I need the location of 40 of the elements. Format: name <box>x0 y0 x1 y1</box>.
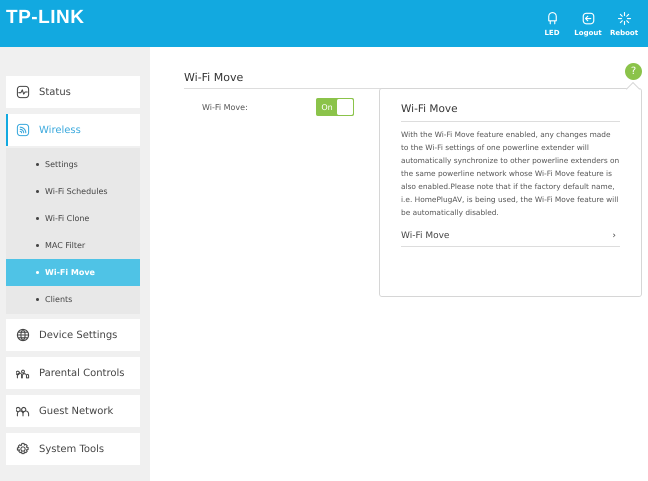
sidebar-item-label: Wireless <box>39 124 81 136</box>
sidebar-item-label: Status <box>39 86 71 98</box>
sidebar-item-label: Device Settings <box>39 330 118 340</box>
bullet-icon <box>36 271 39 274</box>
submenu-item-label: Settings <box>45 160 78 169</box>
bullet-icon <box>36 217 39 220</box>
toggle-knob <box>337 99 353 115</box>
submenu-item[interactable]: Settings <box>6 151 140 178</box>
submenu-item[interactable]: Wi-Fi Schedules <box>6 178 140 205</box>
wifi-icon <box>16 123 30 137</box>
submenu-item[interactable]: Wi-Fi Clone <box>6 205 140 232</box>
popup-title: Wi-Fi Move <box>401 103 620 122</box>
submenu-item-label: Clients <box>45 295 72 304</box>
submenu-item-label: Wi-Fi Clone <box>45 214 90 223</box>
sidebar-item[interactable]: Status <box>6 76 140 108</box>
globe-icon <box>16 328 30 342</box>
gear-icon <box>16 442 30 456</box>
submenu-item-label: MAC Filter <box>45 241 86 250</box>
help-link[interactable]: Wi-Fi Move › <box>401 219 620 247</box>
bullet-icon <box>36 190 39 193</box>
sidebar-item-label: System Tools <box>39 444 104 454</box>
bullet-icon <box>36 244 39 247</box>
bullet-icon <box>36 163 39 166</box>
sidebar-item-label: Guest Network <box>39 406 114 416</box>
sidebar-item[interactable]: Device Settings <box>6 319 140 351</box>
sidebar-item-label: Parental Controls <box>39 368 124 378</box>
logo: TP-LINK <box>6 6 84 28</box>
activity-icon <box>16 85 30 99</box>
sidebar-item[interactable]: Guest Network <box>6 395 140 427</box>
submenu-item[interactable]: Clients <box>6 286 140 313</box>
sidebar-item[interactable]: System Tools <box>6 433 140 465</box>
submenu-item[interactable]: MAC Filter <box>6 232 140 259</box>
logout-icon <box>580 10 596 26</box>
reboot-icon <box>616 10 632 26</box>
people-icon <box>16 404 30 418</box>
sidebar-item[interactable]: Parental Controls <box>6 357 140 389</box>
submenu-item-label: Wi-Fi Schedules <box>45 187 108 196</box>
setting-label: Wi-Fi Move: <box>202 102 249 112</box>
bullet-icon <box>36 298 39 301</box>
submenu-item-label: Wi-Fi Move <box>45 268 95 277</box>
